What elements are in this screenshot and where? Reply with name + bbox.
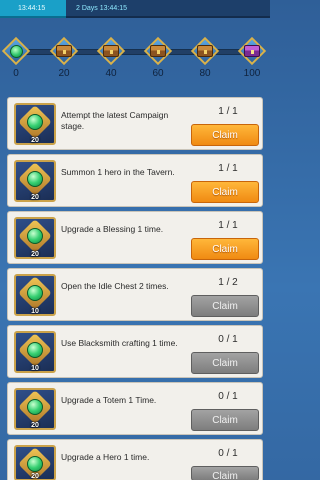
- milestone-label: 20: [58, 68, 70, 79]
- milestone-40-chest-icon[interactable]: [96, 36, 126, 66]
- milestone-60-chest-icon[interactable]: [143, 36, 173, 66]
- emerald-reward-icon[interactable]: 20: [14, 388, 56, 430]
- quest-description: Use Blacksmith crafting 1 time.: [61, 338, 178, 348]
- emerald-reward-icon[interactable]: 10: [14, 274, 56, 316]
- emerald-reward-icon[interactable]: 10: [14, 331, 56, 373]
- milestone-20-chest-icon[interactable]: [49, 36, 79, 66]
- chest-icon: [150, 45, 166, 57]
- milestone-0-emerald-icon[interactable]: [1, 36, 31, 66]
- milestone-label: 100: [243, 68, 261, 79]
- quest-row: 10 Open the Idle Chest 2 times. 1 / 2 Cl…: [7, 268, 263, 321]
- claim-button[interactable]: Claim: [191, 238, 259, 260]
- daily-timer-tab[interactable]: 13:44:15: [0, 0, 66, 18]
- quest-row: 10 Use Blacksmith crafting 1 time. 0 / 1…: [7, 325, 263, 378]
- milestone-label: 80: [199, 68, 211, 79]
- claim-button[interactable]: Claim: [191, 124, 259, 146]
- weekly-timer-tab[interactable]: 2 Days 13:44:15: [66, 0, 270, 18]
- quest-progress: 0 / 1: [218, 391, 238, 402]
- claim-button-disabled[interactable]: Claim: [191, 409, 259, 431]
- emerald-reward-icon[interactable]: 20: [14, 103, 56, 145]
- quest-row: 20 Upgrade a Hero 1 time. 0 / 1 Claim: [7, 439, 263, 480]
- quest-description: Upgrade a Hero 1 time.: [61, 452, 150, 462]
- reward-count: 20: [31, 194, 39, 201]
- reward-count: 20: [31, 473, 39, 480]
- reward-count: 10: [31, 365, 39, 372]
- milestone-80-chest-icon[interactable]: [190, 36, 220, 66]
- emerald-reward-icon[interactable]: 20: [14, 217, 56, 259]
- quest-description: Open the Idle Chest 2 times.: [61, 281, 169, 291]
- quest-progress: 1 / 2: [218, 277, 238, 288]
- milestone-100-purple-chest-icon[interactable]: [237, 36, 267, 66]
- timer-bar: 13:44:15 2 Days 13:44:15: [0, 0, 270, 20]
- reward-count: 20: [31, 251, 39, 258]
- purple-chest-icon: [244, 45, 260, 57]
- quest-row: 20 Upgrade a Totem 1 Time. 0 / 1 Claim: [7, 382, 263, 435]
- reward-count: 20: [31, 137, 39, 144]
- quest-progress: 1 / 1: [218, 220, 238, 231]
- claim-button-disabled[interactable]: Claim: [191, 466, 259, 480]
- quest-progress: 1 / 1: [218, 163, 238, 174]
- quest-description: Attempt the latest Campaign stage.: [61, 110, 169, 131]
- quest-progress: 1 / 1: [218, 106, 238, 117]
- quest-row: 20 Attempt the latest Campaign stage. 1 …: [7, 97, 263, 150]
- quest-description: Summon 1 hero in the Tavern.: [61, 167, 175, 177]
- chest-icon: [103, 45, 119, 57]
- quest-row: 20 Summon 1 hero in the Tavern. 1 / 1 Cl…: [7, 154, 263, 207]
- reward-count: 20: [31, 422, 39, 429]
- emerald-reward-icon[interactable]: 20: [14, 445, 56, 480]
- claim-button-disabled[interactable]: Claim: [191, 295, 259, 317]
- claim-button[interactable]: Claim: [191, 181, 259, 203]
- milestone-label: 40: [105, 68, 117, 79]
- emerald-icon: [9, 44, 23, 58]
- emerald-reward-icon[interactable]: 20: [14, 160, 56, 202]
- milestone-label: 60: [152, 68, 164, 79]
- reward-count: 10: [31, 308, 39, 315]
- claim-button-disabled[interactable]: Claim: [191, 352, 259, 374]
- quest-description: Upgrade a Blessing 1 time.: [61, 224, 164, 234]
- quest-progress: 0 / 1: [218, 448, 238, 459]
- quest-description: Upgrade a Totem 1 Time.: [61, 395, 157, 405]
- quest-row: 20 Upgrade a Blessing 1 time. 1 / 1 Clai…: [7, 211, 263, 264]
- chest-icon: [197, 45, 213, 57]
- milestone-label: 0: [13, 68, 19, 79]
- points-progress-track: 0 20 40 60 80 100: [0, 26, 270, 82]
- quest-progress: 0 / 1: [218, 334, 238, 345]
- chest-icon: [56, 45, 72, 57]
